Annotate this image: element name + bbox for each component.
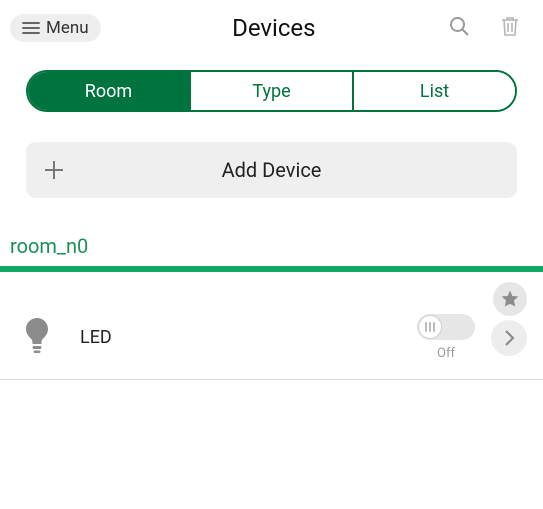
tab-type-label: Type — [252, 81, 290, 102]
device-detail-button[interactable] — [491, 320, 527, 356]
menu-label: Menu — [46, 18, 89, 38]
power-toggle[interactable] — [417, 314, 475, 340]
hamburger-icon — [22, 22, 40, 34]
power-state-label: Off — [437, 346, 455, 361]
star-icon — [500, 289, 520, 309]
trash-icon[interactable] — [499, 14, 521, 42]
tab-list[interactable]: List — [352, 72, 515, 110]
search-icon[interactable] — [447, 14, 471, 42]
device-name: LED — [80, 327, 112, 348]
device-row: LED Off — [0, 272, 543, 380]
room-heading: room_n0 — [0, 198, 543, 266]
tab-room-label: Room — [85, 81, 132, 102]
view-tabs: Room Type List — [0, 52, 543, 112]
tab-type[interactable]: Type — [189, 72, 352, 110]
chevron-right-icon — [502, 329, 516, 347]
add-device-label: Add Device — [82, 158, 517, 182]
tab-room[interactable]: Room — [28, 72, 189, 110]
tab-list-label: List — [420, 81, 449, 102]
header-actions — [447, 14, 525, 42]
header: Menu Devices — [0, 0, 543, 52]
lightbulb-icon — [22, 316, 52, 360]
add-device-button[interactable]: Add Device — [26, 142, 517, 198]
menu-button[interactable]: Menu — [10, 14, 101, 42]
page-title: Devices — [101, 14, 447, 42]
plus-icon — [26, 159, 82, 181]
favorite-button[interactable] — [493, 282, 527, 316]
